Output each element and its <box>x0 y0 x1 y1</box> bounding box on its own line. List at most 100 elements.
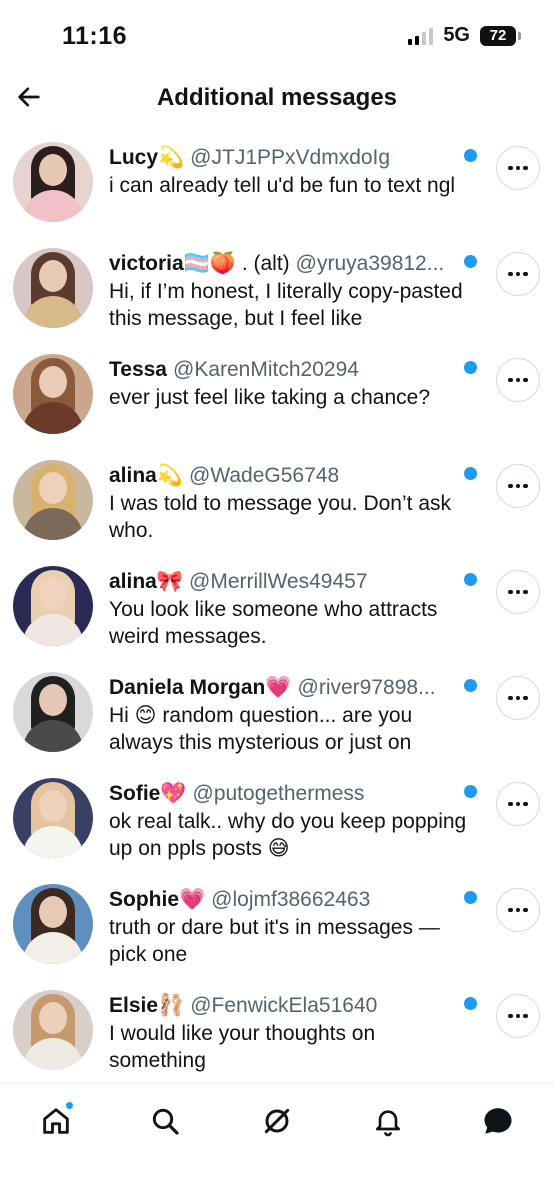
name-line: alina💫 @WadeG56748 <box>109 462 479 490</box>
dot-icon <box>508 801 513 807</box>
conversation-row[interactable]: Lucy💫 @JTJ1PPxVdmxdoIg i can already tell… <box>0 140 554 246</box>
sender-handle: @WadeG56748 <box>189 464 340 487</box>
conversation-row[interactable]: Sophie💗 @lojmf38662463 truth or dare but … <box>0 882 554 988</box>
dot-icon <box>515 165 521 171</box>
avatar[interactable] <box>13 566 93 646</box>
avatar[interactable] <box>13 990 93 1070</box>
dot-icon <box>523 165 528 171</box>
dot-icon <box>523 589 528 595</box>
conversation-row[interactable]: Elsie🩰 @FenwickEla51640 I would like your… <box>0 988 554 1094</box>
avatar-face <box>39 790 67 822</box>
name-line: Elsie🩰 @FenwickEla51640 <box>109 992 479 1020</box>
message-preview: Hi 😊 random question... are you always t… <box>109 704 413 754</box>
conversation-row[interactable]: alina🎀 @MerrillWes49457 You look like som… <box>0 564 554 670</box>
avatar[interactable] <box>13 142 93 222</box>
name-line: Sophie💗 @lojmf38662463 <box>109 886 479 914</box>
unread-dot <box>464 573 477 586</box>
search-icon <box>152 1108 179 1135</box>
dot-icon <box>523 271 528 277</box>
dot-icon <box>508 907 513 913</box>
nav-home[interactable] <box>36 1101 76 1141</box>
avatar-face <box>39 896 67 928</box>
conversation-content: Daniela Morgan💗 @river97898... Hi 😊 rando… <box>109 674 479 756</box>
conversation-content: victoria🏳️‍⚧️🍑 . (alt) @yruya39812... Hi,… <box>109 250 479 332</box>
conversation-row[interactable]: Sofie💖 @putogethermess ok real talk.. why… <box>0 776 554 882</box>
avatar[interactable] <box>13 884 93 964</box>
bell-icon <box>376 1110 400 1137</box>
page-title: Additional messages <box>156 84 398 111</box>
sender-emoji: 🏳️‍⚧️🍑 . (alt) <box>183 252 290 275</box>
sender-emoji: 🩰 <box>158 994 185 1017</box>
message-preview: You look like someone who attracts weird… <box>109 598 438 648</box>
more-options-button[interactable] <box>496 994 540 1038</box>
name-line: Sofie💖 @putogethermess <box>109 780 479 808</box>
name-line: Tessa @KarenMitch20294 <box>109 356 479 384</box>
unread-dot <box>464 361 477 374</box>
battery-icon: 72 <box>480 25 521 46</box>
nav-grok[interactable] <box>257 1101 297 1141</box>
dot-icon <box>523 377 528 383</box>
avatar-face <box>39 366 67 398</box>
message-preview: truth or dare but it's in messages — pic… <box>109 916 440 966</box>
home-badge <box>65 1101 74 1110</box>
dot-icon <box>523 907 528 913</box>
dot-icon <box>523 801 528 807</box>
avatar-face <box>39 1002 67 1034</box>
conversation-content: alina🎀 @MerrillWes49457 You look like som… <box>109 568 479 650</box>
nav-messages[interactable] <box>478 1101 518 1141</box>
avatar[interactable] <box>13 778 93 858</box>
sender-name: alina <box>109 464 157 487</box>
more-options-button[interactable] <box>496 358 540 402</box>
more-options-button[interactable] <box>496 146 540 190</box>
status-indicators: 5G 72 <box>408 24 521 47</box>
conversation-row[interactable]: victoria🏳️‍⚧️🍑 . (alt) @yruya39812... Hi,… <box>0 246 554 352</box>
sender-name: Tessa <box>109 358 167 381</box>
more-options-button[interactable] <box>496 464 540 508</box>
dot-icon <box>515 271 521 277</box>
conversation-content: Tessa @KarenMitch20294 ever just feel lik… <box>109 356 479 411</box>
message-preview: ok real talk.. why do you keep popping u… <box>109 810 467 860</box>
dot-icon <box>515 1013 521 1019</box>
avatar[interactable] <box>13 460 93 540</box>
more-options-button[interactable] <box>496 252 540 296</box>
sender-emoji: 💖 <box>160 782 187 805</box>
dot-icon <box>523 695 528 701</box>
header: Additional messages <box>0 70 554 130</box>
more-options-button[interactable] <box>496 782 540 826</box>
avatar-face <box>39 154 67 186</box>
avatar[interactable] <box>13 354 93 434</box>
sender-handle: @river97898... <box>297 676 436 699</box>
unread-dot <box>464 785 477 798</box>
sender-emoji: 💫 <box>158 146 185 169</box>
dot-icon <box>515 377 521 383</box>
status-bar: 11:16 5G 72 <box>0 0 554 70</box>
avatar-face <box>39 684 67 716</box>
conversation-row[interactable]: alina💫 @WadeG56748 I was told to message … <box>0 458 554 564</box>
conversation-row[interactable]: Tessa @KarenMitch20294 ever just feel lik… <box>0 352 554 458</box>
unread-dot <box>464 149 477 162</box>
sender-handle: @putogethermess <box>192 782 365 805</box>
sender-handle: @MerrillWes49457 <box>189 570 368 593</box>
nav-notifications[interactable] <box>368 1101 408 1141</box>
sender-emoji: 💗 <box>265 676 292 699</box>
sender-name: Elsie <box>109 994 159 1017</box>
dot-icon <box>515 483 521 489</box>
conversation-row[interactable]: Daniela Morgan💗 @river97898... Hi 😊 rando… <box>0 670 554 776</box>
more-options-button[interactable] <box>496 570 540 614</box>
avatar[interactable] <box>13 248 93 328</box>
message-preview: I would like your thoughts on something <box>109 1022 376 1072</box>
more-options-button[interactable] <box>496 676 540 720</box>
more-options-button[interactable] <box>496 888 540 932</box>
nav-search[interactable] <box>145 1101 185 1141</box>
dot-icon <box>515 907 521 913</box>
dot-icon <box>508 271 513 277</box>
dot-icon <box>515 801 521 807</box>
conversation-content: alina💫 @WadeG56748 I was told to message … <box>109 462 479 544</box>
status-time: 11:16 <box>62 22 128 50</box>
avatar-face <box>39 578 67 610</box>
sender-name: alina <box>109 570 157 593</box>
dot-icon <box>508 589 513 595</box>
dot-icon <box>515 695 521 701</box>
unread-dot <box>464 997 477 1010</box>
avatar[interactable] <box>13 672 93 752</box>
